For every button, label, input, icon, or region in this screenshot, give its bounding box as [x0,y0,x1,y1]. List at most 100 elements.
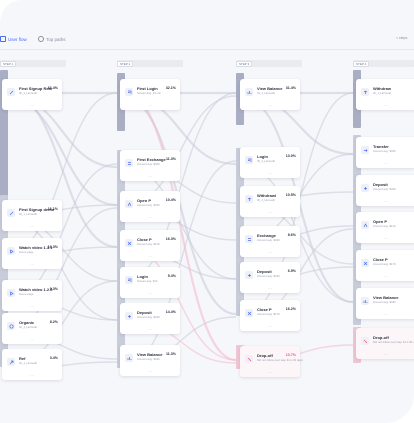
flow-node-card[interactable]: Withdraw ID_1_Homedit ··· [356,79,414,110]
node-percentage: 31.4% [285,86,296,90]
node-subtitle: Did not follow next step from 30 days [373,339,414,344]
more-options-icon[interactable]: ··· [120,104,180,108]
flow-node-card[interactable]: Close P Amount avg. $110 16.3% ··· [120,230,180,261]
more-options-icon[interactable]: ··· [240,104,300,108]
flow-node-card[interactable]: View Balance Amount avg. $340 ··· [356,288,414,319]
node-subtitle: Amount avg. $170 [373,261,396,266]
more-options-icon[interactable]: ··· [356,275,414,279]
node-percentage: 32.1% [165,86,176,90]
node-percentage: 5.4% [167,274,176,278]
flow-node-card[interactable]: Deposit Amount avg. $340 6.5% ··· [240,262,300,293]
more-options-icon[interactable]: ··· [120,370,180,374]
signup-icon [7,88,15,96]
node-subtitle: Amount avg. $340 [373,186,396,191]
step-label: STEP 4 [353,61,370,67]
more-options-icon[interactable]: ··· [240,325,300,329]
flow-node-card[interactable]: Close P Amount avg. $170 ··· [356,250,414,281]
dropoff-node-card[interactable]: Drop-off Did not follow next step from 30… [356,328,414,359]
deposit-icon [361,184,369,192]
login-icon [245,156,253,164]
flow-node-card[interactable]: First Login Screen avg. 10 min 32.1% ··· [120,79,180,110]
more-options-icon[interactable]: ··· [356,313,414,317]
node-subtitle: Amount avg. $340 [137,161,160,166]
node-subtitle: Amount avg. $150 [137,202,160,207]
node-subtitle: Amount avg. $110 [137,241,160,246]
node-percentage: 16.2% [285,307,296,311]
more-options-icon[interactable]: ··· [120,216,180,220]
node-subtitle: Home page [19,291,34,296]
dropoff-icon [361,337,369,345]
flow-node-card[interactable]: First Signup Real ID_1_Homedit 61.4% ··· [2,79,62,110]
more-options-icon[interactable]: ··· [240,172,300,176]
node-subtitle: Amount avg. $340 [373,148,396,153]
node-subtitle: ID_1_Homedit [19,360,37,365]
more-options-icon[interactable]: ··· [240,371,300,375]
more-options-icon[interactable]: ··· [120,255,180,259]
more-options-icon[interactable]: ··· [120,292,180,296]
exchange-icon [125,159,133,167]
more-options-icon[interactable]: ··· [2,305,62,309]
flow-node-card[interactable]: Login Screen avg. $10 5.4% ··· [120,267,180,298]
node-subtitle: Amount avg. $340 [257,237,280,242]
node-subtitle: ID_1_Homedit [373,90,391,95]
node-subtitle: ID_1_Homedit [257,90,275,95]
more-options-icon[interactable]: ··· [356,162,414,166]
flow-link [7,97,118,207]
dropoff-node-card[interactable]: Drop-off Did not follow next step from 30… [240,346,303,377]
flow-node-card[interactable]: Exchange Amount avg. $340 8.6% ··· [240,226,300,257]
deposit-icon [125,312,133,320]
flow-node-card[interactable]: First Exchange Amount avg. $340 11.3% ··· [120,150,180,181]
more-options-icon[interactable]: ··· [240,211,300,215]
more-options-icon[interactable]: ··· [356,104,414,108]
more-options-icon[interactable]: ··· [2,263,62,267]
more-options-icon[interactable]: ··· [2,104,62,108]
node-percentage: 10.7% [285,353,296,357]
more-options-icon[interactable]: ··· [2,338,62,342]
node-percentage: 10.3% [47,245,58,249]
node-percentage: 10.4% [165,198,176,202]
more-options-icon[interactable]: ··· [356,353,414,357]
node-percentage: 8.2% [49,320,58,324]
balance-icon [125,354,133,362]
flow-node-card[interactable]: Deposit Amount avg. $340 ··· [356,175,414,206]
more-options-icon[interactable]: ··· [240,251,300,255]
flow-node-card[interactable]: Open P Amount avg. $150 10.4% ··· [120,191,180,222]
node-percentage: 61.4% [47,86,58,90]
flow-node-card[interactable]: View Balance Amount avg. $340 11.3% ··· [120,345,180,376]
node-subtitle: Amount avg. $240 [137,314,160,319]
open-icon [125,200,133,208]
flow-node-card[interactable]: Transfer Amount avg. $340 ··· [356,137,414,168]
flow-node-card[interactable]: Withdrawl ID_1_Homedit 10.5% ··· [240,186,300,217]
balance-icon [245,88,253,96]
more-options-icon[interactable]: ··· [120,328,180,332]
more-options-icon[interactable]: ··· [120,175,180,179]
video-icon [7,247,15,255]
node-percentage: 9.3% [49,287,58,291]
step-label: STEP 1 [0,61,17,67]
flow-node-card[interactable]: Organic ID_1_Homedit 8.2% ··· [2,313,62,344]
withdraw-icon [245,195,253,203]
target-icon [7,322,15,330]
flow-node-card[interactable]: Deposit Amount avg. $240 14.4% ··· [120,303,180,334]
transfer-icon [361,146,369,154]
more-options-icon[interactable]: ··· [356,200,414,204]
open-icon [361,221,369,229]
signup-icon [7,209,15,217]
more-options-icon[interactable]: ··· [240,287,300,291]
node-percentage: 3.4% [49,356,58,360]
flow-node-card[interactable]: Close P Amount avg. $170 16.2% ··· [240,300,300,331]
more-options-icon[interactable]: ··· [356,237,414,241]
node-subtitle: Amount avg. $340 [257,273,280,278]
flow-node-card[interactable]: Ref ID_1_Homedit 3.4% ··· [2,349,62,380]
flow-node-card[interactable]: Login ID_1_Homedit 13.0% ··· [240,147,300,178]
flow-node-card[interactable]: First Signup demo ID_1_Homedit 16.1% ··· [2,200,62,231]
node-subtitle: ID_1_Homedit [257,158,275,163]
flow-node-card[interactable]: Watch video 1.2.6 Home page 9.3% ··· [2,280,62,311]
more-options-icon[interactable]: ··· [2,374,62,378]
flow-node-card[interactable]: Open P Amount avg. $110 ··· [356,212,414,243]
more-options-icon[interactable]: ··· [2,225,62,229]
deposit-icon [245,271,253,279]
flow-node-card[interactable]: View Balance ID_1_Homedit 31.4% ··· [240,79,300,110]
flow-node-card[interactable]: Watch video 1.3.1 Home page 10.3% ··· [2,238,62,269]
node-subtitle: ID_1_Homedit [19,324,37,329]
